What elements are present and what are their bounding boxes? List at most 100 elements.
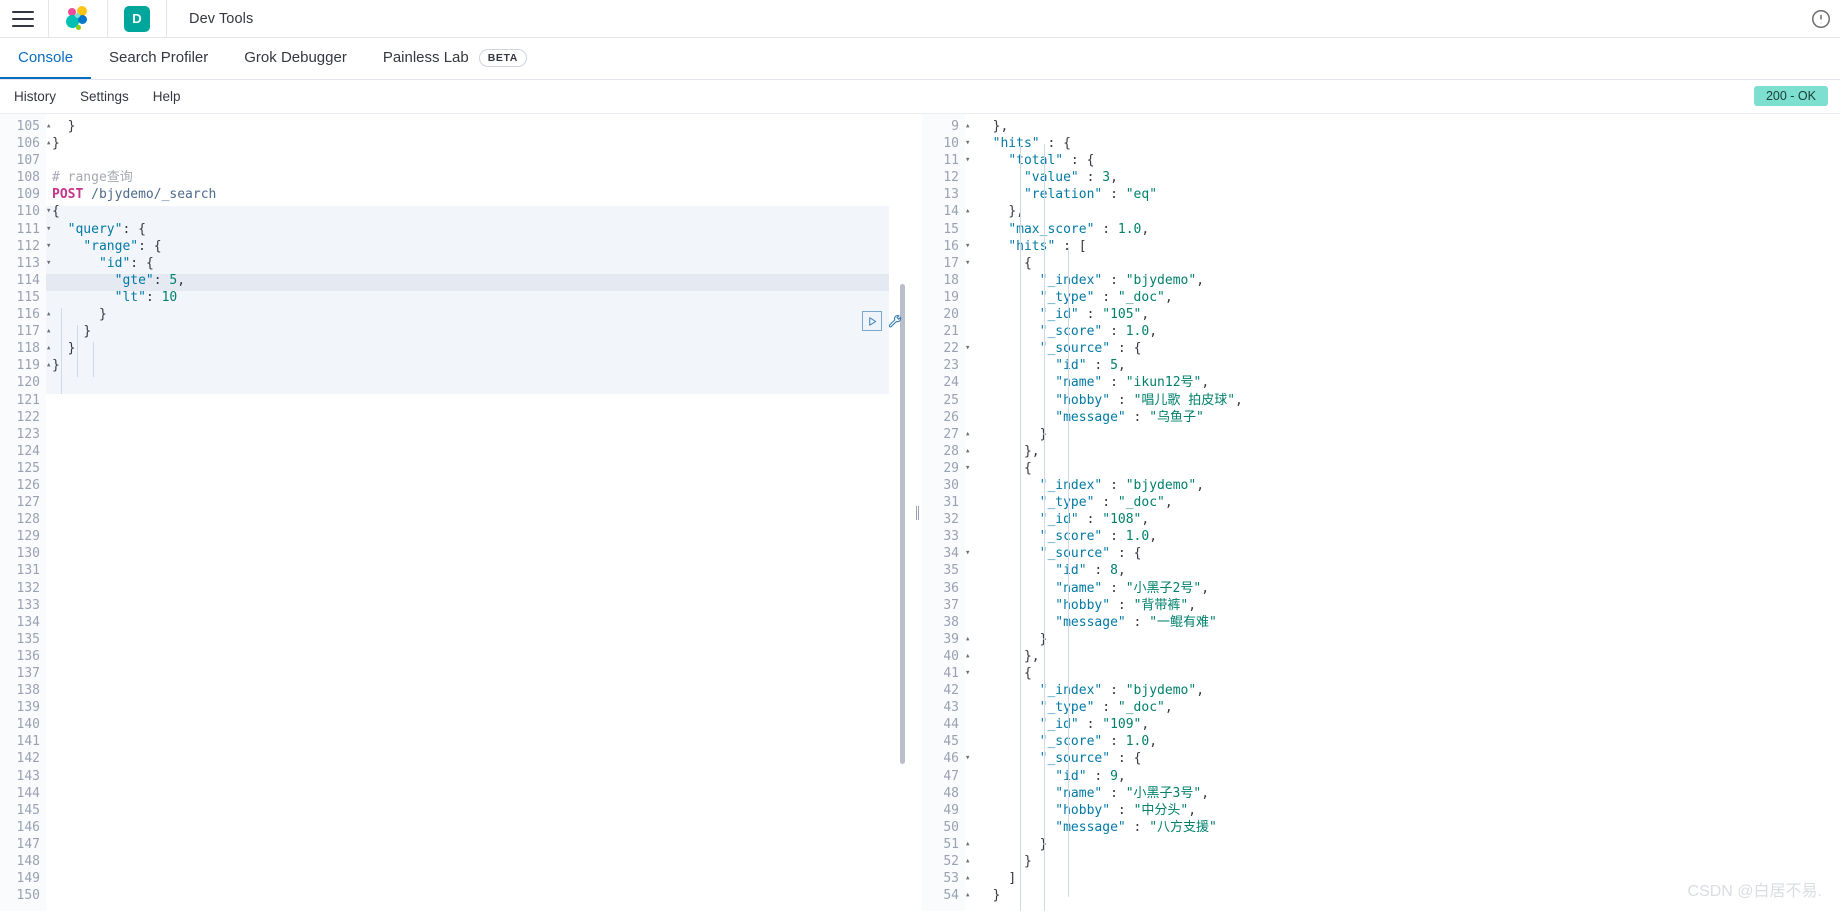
hamburger-menu-icon[interactable]	[12, 10, 34, 27]
code-line[interactable]: "total" : {	[977, 152, 1840, 169]
code-line[interactable]	[52, 887, 915, 904]
code-line[interactable]	[52, 392, 915, 409]
code-line[interactable]: "id": {	[52, 255, 915, 272]
code-line[interactable]: }	[977, 426, 1840, 443]
code-line[interactable]: "_index" : "bjydemo",	[977, 272, 1840, 289]
code-line[interactable]	[52, 511, 915, 528]
code-line[interactable]	[52, 460, 915, 477]
code-line[interactable]: }	[977, 853, 1840, 870]
code-line[interactable]	[52, 682, 915, 699]
code-line[interactable]: "range": {	[52, 238, 915, 255]
code-line[interactable]: "_source" : {	[977, 340, 1840, 357]
wrench-icon[interactable]	[886, 312, 905, 331]
response-code[interactable]: }, "hits" : { "total" : { "value" : 3, "…	[965, 118, 1840, 911]
tab-console[interactable]: Console	[0, 38, 92, 79]
code-line[interactable]	[52, 545, 915, 562]
tab-grok-debugger[interactable]: Grok Debugger	[226, 38, 365, 79]
code-line[interactable]: "_type" : "_doc",	[977, 494, 1840, 511]
code-line[interactable]	[52, 614, 915, 631]
code-line[interactable]	[52, 580, 915, 597]
code-line[interactable]: }	[52, 135, 915, 152]
menu-item-help[interactable]: Help	[141, 80, 193, 114]
code-line[interactable]: },	[977, 118, 1840, 135]
code-line[interactable]	[52, 597, 915, 614]
code-line[interactable]: },	[977, 648, 1840, 665]
code-line[interactable]: "relation" : "eq"	[977, 186, 1840, 203]
code-line[interactable]	[52, 494, 915, 511]
request-scrollbar[interactable]	[900, 284, 905, 764]
code-line[interactable]: "max_score" : 1.0,	[977, 221, 1840, 238]
code-line[interactable]	[52, 152, 915, 169]
menu-item-history[interactable]: History	[2, 80, 68, 114]
code-line[interactable]: "_type" : "_doc",	[977, 289, 1840, 306]
code-line[interactable]: "id" : 9,	[977, 768, 1840, 785]
code-line[interactable]: "hits" : {	[977, 135, 1840, 152]
code-line[interactable]: "hits" : [	[977, 238, 1840, 255]
code-line[interactable]	[52, 374, 915, 391]
menu-item-settings[interactable]: Settings	[68, 80, 141, 114]
code-line[interactable]: {	[977, 460, 1840, 477]
code-line[interactable]	[52, 870, 915, 887]
code-line[interactable]: "_score" : 1.0,	[977, 323, 1840, 340]
code-line[interactable]: {	[52, 203, 915, 220]
code-line[interactable]: },	[977, 203, 1840, 220]
code-line[interactable]	[52, 819, 915, 836]
code-line[interactable]: "message" : "八方支援"	[977, 819, 1840, 836]
code-line[interactable]	[52, 750, 915, 767]
code-line[interactable]: "_index" : "bjydemo",	[977, 477, 1840, 494]
code-line[interactable]: "hobby" : "背带裤",	[977, 597, 1840, 614]
code-line[interactable]: "_id" : "108",	[977, 511, 1840, 528]
code-line[interactable]: }	[52, 340, 915, 357]
code-line[interactable]: "_score" : 1.0,	[977, 528, 1840, 545]
code-line[interactable]	[52, 426, 915, 443]
code-line[interactable]: POST /bjydemo/_search	[52, 186, 915, 203]
code-line[interactable]: }	[52, 118, 915, 135]
code-line[interactable]: "lt": 10	[52, 289, 915, 306]
code-line[interactable]	[52, 836, 915, 853]
code-line[interactable]: "gte": 5,	[52, 272, 915, 289]
code-line[interactable]: }	[977, 631, 1840, 648]
request-code[interactable]: }} # range查询 POST /bjydemo/_search{ "quer…	[46, 118, 915, 911]
code-line[interactable]	[52, 716, 915, 733]
code-line[interactable]: "_score" : 1.0,	[977, 733, 1840, 750]
code-line[interactable]: "hobby" : "中分头",	[977, 802, 1840, 819]
code-line[interactable]: "message" : "乌鱼子"	[977, 409, 1840, 426]
code-line[interactable]	[52, 477, 915, 494]
code-line[interactable]	[52, 733, 915, 750]
code-line[interactable]: },	[977, 443, 1840, 460]
code-line[interactable]: "_id" : "105",	[977, 306, 1840, 323]
code-line[interactable]	[52, 665, 915, 682]
code-line[interactable]	[52, 409, 915, 426]
code-line[interactable]: "message" : "一鲲有难"	[977, 614, 1840, 631]
code-line[interactable]: "_source" : {	[977, 545, 1840, 562]
request-action-buttons[interactable]	[862, 311, 905, 331]
code-line[interactable]: "_id" : "109",	[977, 716, 1840, 733]
code-line[interactable]: "id" : 8,	[977, 562, 1840, 579]
tab-painless-lab[interactable]: Painless Lab BETA	[365, 38, 545, 79]
code-line[interactable]: "name" : "小黑子2号",	[977, 580, 1840, 597]
code-line[interactable]: "id" : 5,	[977, 357, 1840, 374]
code-line[interactable]	[52, 562, 915, 579]
code-line[interactable]	[52, 699, 915, 716]
code-line[interactable]: "_type" : "_doc",	[977, 699, 1840, 716]
code-line[interactable]	[52, 648, 915, 665]
code-line[interactable]	[52, 443, 915, 460]
code-line[interactable]	[52, 631, 915, 648]
code-line[interactable]	[52, 802, 915, 819]
play-icon[interactable]	[862, 311, 882, 331]
code-line[interactable]: }	[52, 323, 915, 340]
code-line[interactable]: "value" : 3,	[977, 169, 1840, 186]
code-line[interactable]	[52, 528, 915, 545]
code-line[interactable]: {	[977, 255, 1840, 272]
help-icon[interactable]	[1810, 8, 1832, 30]
code-line[interactable]: "name" : "小黑子3号",	[977, 785, 1840, 802]
pane-resizer[interactable]	[912, 114, 922, 911]
code-line[interactable]	[52, 853, 915, 870]
tab-search-profiler[interactable]: Search Profiler	[91, 38, 226, 79]
code-line[interactable]: {	[977, 665, 1840, 682]
code-line[interactable]	[52, 768, 915, 785]
code-line[interactable]: "_index" : "bjydemo",	[977, 682, 1840, 699]
code-line[interactable]	[52, 785, 915, 802]
code-line[interactable]: "_source" : {	[977, 750, 1840, 767]
request-editor-pane[interactable]: 105 ▴ 106 ▴ 107 108 109 110 ▾ 111 ▾ 112 ▾ 113 ▾ 114 115 1…	[0, 114, 915, 911]
